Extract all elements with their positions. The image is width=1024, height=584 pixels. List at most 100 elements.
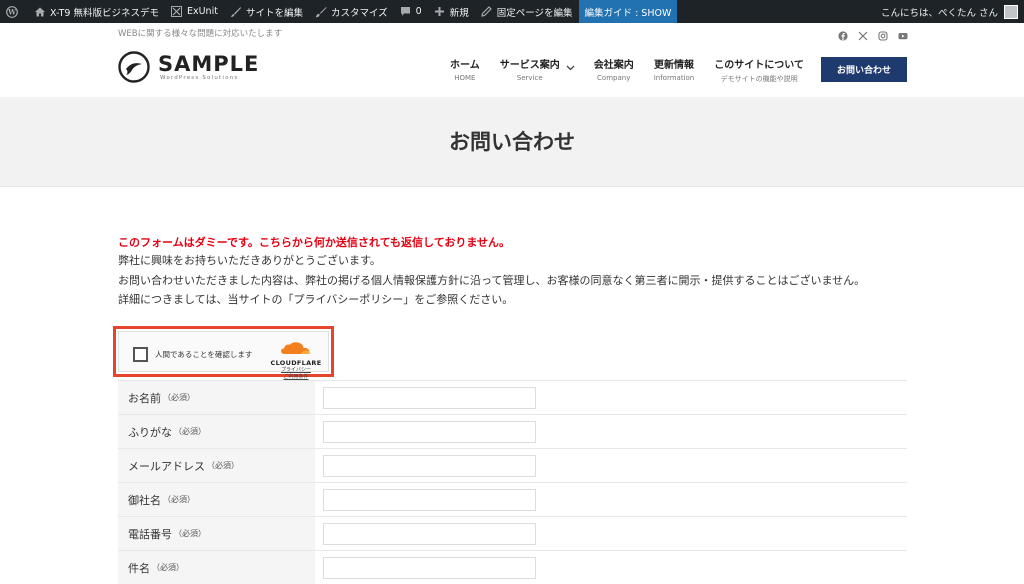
nav-sublabel: デモサイトの機能や説明 (720, 75, 798, 83)
furigana-input[interactable] (323, 420, 536, 443)
edit-guide-label: 編集ガイド : SHOW (584, 7, 672, 19)
greeting-label: こんにちは、ぺくたん さん (880, 7, 998, 19)
form-row-furigana: ふりがな （必須） (118, 414, 907, 448)
field-label: メールアドレス （必須） (118, 449, 315, 482)
home-icon (34, 6, 46, 18)
instagram-icon[interactable] (878, 31, 888, 41)
x-twitter-icon[interactable] (858, 31, 868, 41)
subject-input[interactable] (323, 556, 536, 579)
nav-sublabel: Information (653, 74, 695, 82)
email-input[interactable] (323, 454, 536, 477)
edit-guide-toggle[interactable]: 編集ガイド : SHOW (578, 0, 678, 23)
site-header: WEBに関する様々な問題に対応いたします SAMPLE WordPress So… (0, 23, 1024, 97)
field-label-text: メールアドレス (128, 459, 205, 473)
cloudflare-turnstile-widget: 人間であることを確認します CLOUDFLARE プライバシー ご利用条件 (118, 331, 329, 380)
privacy-link[interactable]: プライバシー (266, 367, 326, 374)
field-label-text: 御社名 (128, 493, 161, 507)
site-name-label: X-T9 無料版ビジネスデモ (50, 7, 159, 19)
facebook-icon[interactable] (838, 31, 848, 41)
comments-count: 0 (415, 6, 422, 17)
form-row-phone: 電話番号 （必須） (118, 516, 907, 550)
field-label: お名前 （必須） (118, 381, 315, 414)
edit-page-menu[interactable]: 固定ページを編集 (475, 0, 579, 23)
captcha-label: 人間であることを確認します (155, 350, 253, 359)
account-menu[interactable]: こんにちは、ぺくたん さん (881, 0, 1024, 23)
site-tagline: WEBに関する様々な問題に対応いたします (118, 29, 283, 39)
field-label: 御社名 （必須） (118, 483, 315, 516)
required-note: （必須） (174, 529, 206, 538)
required-note: （必須） (174, 427, 206, 436)
new-content-menu[interactable]: 新規 (428, 0, 475, 23)
intro-line-3: 詳細につきましては、当サイトの「プライバシーポリシー」をご参照ください。 (118, 293, 514, 306)
contact-form-table: お名前 （必須） ふりがな （必須） メールアドレス （必須） 御社名 （必須） 電話番… (118, 380, 907, 584)
nav-item-service[interactable]: サービス案内 Service (490, 56, 570, 84)
human-verification-checkbox[interactable] (133, 347, 148, 362)
customize-label: カスタマイズ (330, 7, 388, 19)
field-label: ふりがな （必須） (118, 415, 315, 448)
name-input[interactable] (323, 386, 536, 409)
admin-bar: W X-T9 無料版ビジネスデモ ExUnit サイトを編集 カスタマイズ 0 (0, 0, 1024, 23)
wordpress-logo-button[interactable]: W (0, 0, 28, 23)
cloudflare-brand: CLOUDFLARE プライバシー ご利用条件 (266, 340, 326, 381)
required-note: （必須） (207, 461, 239, 470)
new-label: 新規 (449, 7, 469, 19)
form-row-company: 御社名 （必須） (118, 482, 907, 516)
form-row-subject: 件名 （必須） (118, 550, 907, 584)
edit-site-menu[interactable]: サイトを編集 (224, 0, 309, 23)
nav-sublabel: Service (516, 74, 543, 82)
svg-text:W: W (7, 7, 16, 16)
cloudflare-cloud-icon (281, 342, 310, 354)
field-label-text: お名前 (128, 391, 161, 405)
customize-menu[interactable]: カスタマイズ (309, 0, 394, 23)
required-note: （必須） (163, 495, 195, 504)
required-note: （必須） (152, 563, 184, 572)
comments-menu[interactable]: 0 (394, 0, 428, 23)
nav-sublabel: Company (597, 74, 631, 82)
nav-label: 更新情報 (653, 60, 694, 71)
nav-item-information[interactable]: 更新情報 Information (644, 56, 705, 84)
nav-item-about[interactable]: このサイトについて デモサイトの機能や説明 (704, 56, 814, 84)
dummy-form-notice: このフォームはダミーです。こちらから何か送信されても返信しておりません。 (118, 236, 511, 249)
nav-label: このサイトについて (714, 60, 804, 71)
wordpress-icon: W (6, 5, 18, 18)
paintbrush-icon (315, 6, 327, 18)
cloudflare-wordmark: CLOUDFLARE (270, 359, 322, 367)
page-title: お問い合わせ (449, 129, 575, 154)
required-note: （必須） (163, 393, 195, 402)
field-label: 電話番号 （必須） (118, 517, 315, 550)
field-label: 件名 （必須） (118, 551, 315, 584)
form-row-email: メールアドレス （必須） (118, 448, 907, 482)
exunit-label: ExUnit (186, 6, 218, 17)
company-input[interactable] (323, 488, 536, 511)
field-label-text: ふりがな (128, 425, 172, 439)
exunit-icon (171, 6, 183, 18)
pencil-icon (481, 6, 493, 18)
nav-item-home[interactable]: ホーム HOME (440, 56, 490, 84)
exunit-menu[interactable]: ExUnit (165, 0, 224, 23)
site-logo[interactable]: SAMPLE WordPress Solutions (118, 51, 259, 83)
page-header: お問い合わせ (0, 97, 1024, 187)
nav-item-company[interactable]: 会社案内 Company (584, 56, 644, 84)
logo-mark-icon (118, 51, 150, 83)
nav-label: サービス案内 (499, 60, 560, 71)
form-row-name: お名前 （必須） (118, 380, 907, 414)
youtube-icon[interactable] (898, 31, 908, 41)
intro-line-1: 弊社に興味をお持ちいただきありがとうございます。 (118, 254, 381, 267)
global-nav: ホーム HOME サービス案内 Service 会社案内 Company 更新情… (440, 56, 814, 84)
comment-bubble-icon (400, 6, 412, 18)
avatar (1004, 4, 1018, 19)
nav-label: ホーム (450, 60, 480, 71)
edit-page-label: 固定ページを編集 (496, 7, 573, 19)
field-label-text: 電話番号 (128, 527, 172, 541)
nav-label: 会社案内 (593, 60, 634, 71)
captcha-highlight-box: 人間であることを確認します CLOUDFLARE プライバシー ご利用条件 (113, 326, 334, 380)
plus-icon (434, 6, 446, 18)
intro-line-2: お問い合わせいただきました内容は、弊社の掲げる個人情報保護方針に沿って管理し、お… (118, 273, 866, 287)
edit-site-label: サイトを編集 (245, 7, 303, 19)
nav-sublabel: HOME (454, 74, 476, 82)
chevron-down-icon[interactable] (566, 63, 575, 74)
brush-icon (230, 6, 242, 18)
contact-button[interactable]: お問い合わせ (821, 57, 907, 82)
site-name-menu[interactable]: X-T9 無料版ビジネスデモ (28, 0, 165, 23)
phone-input[interactable] (323, 522, 536, 545)
